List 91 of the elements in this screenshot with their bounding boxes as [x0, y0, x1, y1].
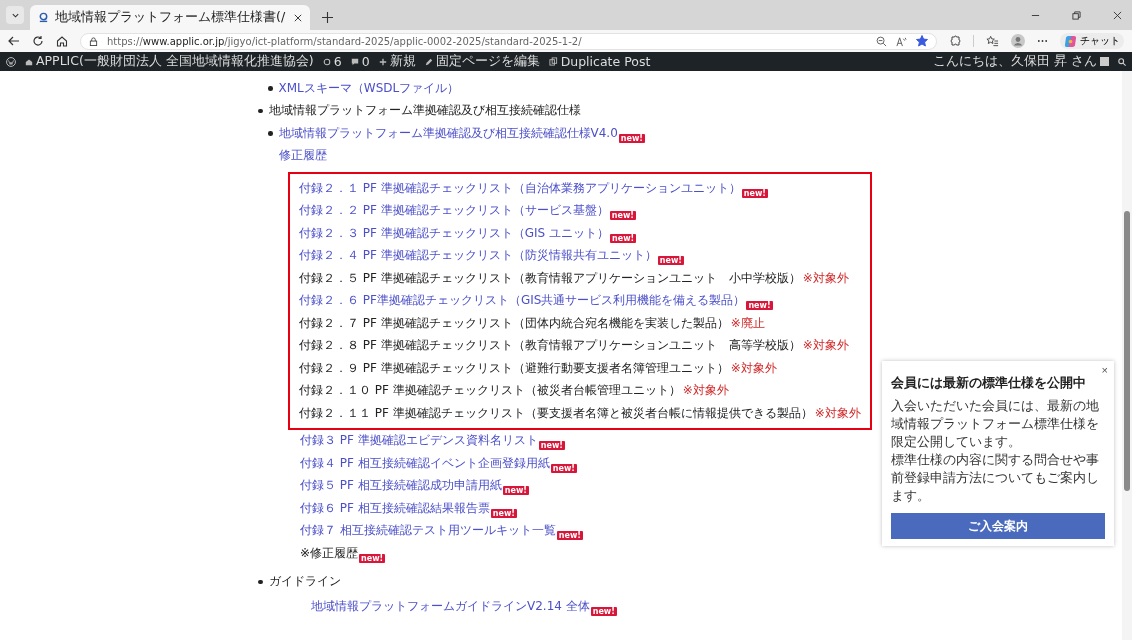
- pencil-icon: [424, 57, 433, 66]
- list-text: 付録２．７ PF 準拠確認チェックリスト（団体内統合宛名機能を実装した製品）: [299, 314, 729, 332]
- extensions-icon[interactable]: [949, 35, 961, 47]
- popup-text: 標準仕様の内容に関する問合せや事前登録申請方法についてもご案内します。: [891, 451, 1100, 505]
- list-text: 付録２．９ PF 準拠確認チェックリスト（避難行動要支援者名簿管理ユニット）: [299, 359, 729, 377]
- list-text: ※修正履歴: [300, 544, 359, 562]
- status-note: ※対象外: [682, 382, 729, 400]
- popup-text: 入会いただいた会員には、最新の地域情報プラットフォーム標準仕様を限定公開しています。: [891, 397, 1100, 451]
- scrollbar[interactable]: [1122, 71, 1132, 640]
- status-note: ※廃止: [730, 314, 765, 332]
- list-text: 地域情報プラットフォーム準拠確認及び相互接続確認仕様: [268, 102, 581, 120]
- bullet-icon: [268, 131, 273, 136]
- lock-icon: [89, 36, 98, 46]
- plus-icon: [378, 57, 387, 66]
- restore-icon[interactable]: [1072, 11, 1081, 20]
- list-text: ガイドライン: [268, 573, 341, 591]
- document-link[interactable]: 付録２．１ PF 準拠確認チェックリスト（自治体業務アプリケーションユニット）: [299, 179, 741, 197]
- new-content-link[interactable]: 新規: [378, 53, 416, 70]
- zoom-out-icon[interactable]: [876, 35, 887, 47]
- updates-link[interactable]: 6: [322, 54, 342, 69]
- edit-page-link[interactable]: 固定ページを編集: [424, 53, 540, 70]
- wordpress-logo-icon[interactable]: [6, 56, 16, 67]
- bullet-icon: [268, 86, 273, 91]
- document-link[interactable]: 地域情報プラットフォーム準拠確認及び相互接続確認仕様V4.0: [278, 124, 618, 142]
- new-badge: new!: [538, 441, 565, 450]
- new-badge: new!: [590, 606, 617, 616]
- status-note: ※対象外: [730, 359, 777, 377]
- list-text: 付録２．１０ PF 準拠確認チェックリスト（被災者台帳管理ユニット）: [299, 382, 681, 400]
- bullet-icon: [258, 579, 263, 584]
- document-link[interactable]: 付録５ PF 相互接続確認成功申請用紙: [300, 477, 502, 495]
- list-text: 付録２．１１ PF 準拠確認チェックリスト（要支援者名簿と被災者台帳に情報提供できる製品）: [299, 404, 813, 422]
- document-link[interactable]: 地域情報プラットフォームガイドラインV2.14 全体: [311, 597, 590, 615]
- new-badge: new!: [556, 531, 583, 540]
- browser-tab[interactable]: 地域情報プラットフォーム標準仕様書(/: [30, 5, 310, 30]
- document-link[interactable]: 修正履歴: [279, 147, 327, 165]
- new-tab-icon[interactable]: [322, 12, 333, 23]
- avatar-icon: [1100, 57, 1109, 66]
- address-field[interactable]: https://www.applic.or.jp/jigyo/ict-platform/standard-2025/applic-0002-2025/standard-2025-1-2/: [80, 32, 937, 50]
- favorites-icon[interactable]: [986, 35, 999, 47]
- read-aloud-icon[interactable]: [896, 35, 907, 47]
- new-badge: new!: [490, 508, 517, 518]
- close-icon[interactable]: [294, 13, 302, 22]
- close-window-icon[interactable]: [1113, 11, 1122, 20]
- close-button[interactable]: ×: [1101, 364, 1108, 376]
- new-badge: new!: [609, 211, 636, 220]
- list-text: 付録２．８ PF 準拠確認チェックリスト（教育情報アプリケーションユニット 高等学校版）: [299, 337, 801, 355]
- document-link[interactable]: XMLスキーマ（WSDLファイル）: [278, 79, 460, 97]
- tab-title: 地域情報プラットフォーム標準仕様書(/: [55, 9, 287, 26]
- reload-icon[interactable]: [32, 35, 44, 47]
- tab-list-button[interactable]: [6, 6, 24, 24]
- profile-avatar-icon[interactable]: [1011, 34, 1025, 48]
- bullet-icon: [258, 108, 263, 113]
- new-badge: new!: [502, 486, 529, 495]
- site-name-link[interactable]: APPLIC(一般財団法人 全国地域情報化推進協会): [25, 53, 314, 70]
- list-text: 付録２．５ PF 準拠確認チェックリスト（教育情報アプリケーションユニット 小中学校版）: [299, 269, 801, 287]
- document-link[interactable]: 付録２．６ PF準拠確認チェックリスト（GIS共通サービス利用機能を備える製品）: [299, 292, 746, 310]
- house-icon: [25, 57, 33, 66]
- account-greeting-link[interactable]: こんにちは、久保田 昇 さん: [933, 53, 1109, 70]
- comment-icon: [350, 57, 359, 66]
- updates-icon: [322, 57, 331, 66]
- document-link[interactable]: 付録６ PF 相互接続確認結果報告票: [300, 499, 490, 517]
- copilot-logo-icon: [1064, 34, 1077, 48]
- back-icon[interactable]: [8, 35, 20, 47]
- copilot-button[interactable]: チャット: [1060, 33, 1124, 49]
- document-link[interactable]: 付録２．４ PF 準拠確認チェックリスト（防災情報共有ユニット）: [299, 247, 657, 265]
- document-link[interactable]: 付録４ PF 相互接続確認イベント企画登録用紙: [300, 454, 550, 472]
- new-badge: new!: [610, 233, 637, 243]
- document-link[interactable]: 付録７ 相互接続確認テスト用ツールキット一覧: [300, 522, 556, 540]
- document-link[interactable]: 付録２．３ PF 準拠確認チェックリスト（GIS ユニット）: [299, 224, 610, 242]
- search-icon[interactable]: [1118, 57, 1126, 66]
- status-note: ※対象外: [802, 269, 849, 287]
- duplicate-post-link[interactable]: Duplicate Post: [548, 54, 651, 69]
- star-icon[interactable]: [916, 35, 928, 47]
- url-text: https://www.applic.or.jp/jigyo/ict-platform/standard-2025/applic-0002-2025/standard-2025-1-2/: [107, 35, 582, 47]
- copy-icon: [548, 57, 558, 66]
- home-icon[interactable]: [56, 35, 68, 47]
- new-badge: new!: [618, 133, 645, 143]
- new-badge: new!: [741, 188, 768, 198]
- new-badge: new!: [359, 553, 386, 563]
- join-info-button[interactable]: ご入会案内: [891, 513, 1105, 539]
- status-note: ※対象外: [814, 404, 861, 422]
- new-badge: new!: [657, 256, 684, 265]
- more-icon[interactable]: [1037, 39, 1048, 43]
- document-link[interactable]: 付録２．２ PF 準拠確認チェックリスト（サービス基盤）: [299, 202, 609, 220]
- new-badge: new!: [550, 463, 577, 473]
- site-logo-icon: [38, 12, 49, 23]
- comments-link[interactable]: 0: [350, 54, 370, 69]
- new-badge: new!: [746, 301, 773, 310]
- document-link[interactable]: 付録３ PF 準拠確認エビデンス資料名リスト: [300, 432, 538, 450]
- status-note: ※対象外: [802, 337, 849, 355]
- popup-title: 会員には最新の標準仕様を公開中: [891, 375, 1087, 392]
